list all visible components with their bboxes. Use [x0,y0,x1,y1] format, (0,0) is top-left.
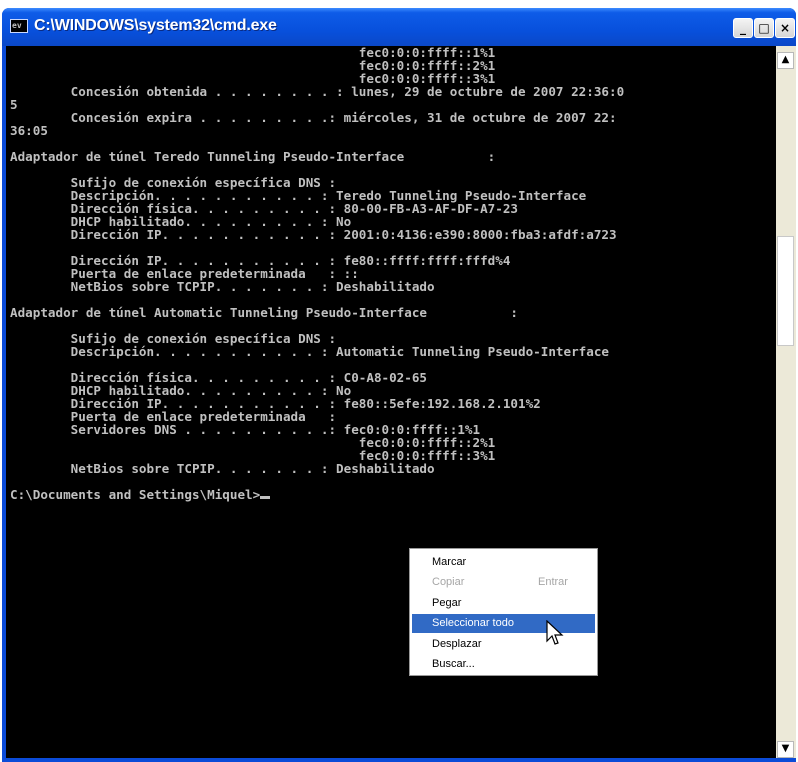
console-line: Descripción. . . . . . . . . . . : Autom… [10,344,609,359]
scrollbar-thumb[interactable] [777,236,794,346]
mouse-pointer-icon [546,620,564,645]
context-menu: Marcar Copiar Entrar Pegar Seleccionar t… [409,548,598,676]
menu-item-label: Copiar [432,576,465,588]
console-line: Adaptador de túnel Teredo Tunneling Pseu… [10,149,496,164]
menu-item-marcar[interactable]: Marcar [412,553,595,572]
console-output[interactable]: fec0:0:0:ffff::1%1 fec0:0:0:ffff::2%1 fe… [6,46,776,758]
menu-item-label: Desplazar [432,638,482,650]
command-prompt: C:\Documents and Settings\Miquel> [10,487,261,502]
console-line: Adaptador de túnel Automatic Tunneling P… [10,305,518,320]
console-text: fec0:0:0:ffff::1%1 fec0:0:0:ffff::2%1 fe… [6,46,776,488]
minimize-button[interactable]: _ [733,18,753,38]
console-line: NetBios sobre TCPIP. . . . . . . : Desha… [10,279,435,294]
menu-item-pegar[interactable]: Pegar [412,594,595,613]
menu-item-buscar[interactable]: Buscar... [412,655,595,674]
scroll-up-button[interactable]: ▲ [777,52,794,69]
cmd-window: ev C:\WINDOWS\system32\cmd.exe _ □ × fec… [2,8,796,762]
menu-item-label: Buscar... [432,658,475,670]
vertical-scrollbar[interactable]: ▲ ▼ [776,46,796,758]
menu-item-label: Seleccionar todo [432,617,514,629]
menu-item-seleccionar-todo[interactable]: Seleccionar todo [412,614,595,633]
console-line: Concesión expira . . . . . . . . .: miér… [10,110,617,125]
scroll-down-button[interactable]: ▼ [777,741,794,758]
window-title: C:\WINDOWS\system32\cmd.exe [34,17,277,34]
cmd-icon: ev [10,19,28,33]
close-button[interactable]: × [775,18,795,38]
menu-item-label: Pegar [432,597,462,609]
console-line: Concesión obtenida . . . . . . . . : lun… [10,84,625,99]
maximize-button[interactable]: □ [754,18,774,38]
console-line: Dirección IP. . . . . . . . . . . : 2001… [10,227,617,242]
menu-item-copiar[interactable]: Copiar Entrar [412,573,595,592]
text-cursor [260,496,271,499]
console-line: 36:05 [10,123,48,138]
prompt-line: C:\Documents and Settings\Miquel> [6,488,776,501]
menu-item-shortcut: Entrar [538,576,568,588]
title-bar[interactable]: ev C:\WINDOWS\system32\cmd.exe _ □ × [2,8,796,46]
console-line: NetBios sobre TCPIP. . . . . . . : Desha… [10,461,435,476]
menu-item-desplazar[interactable]: Desplazar [412,635,595,654]
menu-item-label: Marcar [432,556,467,568]
